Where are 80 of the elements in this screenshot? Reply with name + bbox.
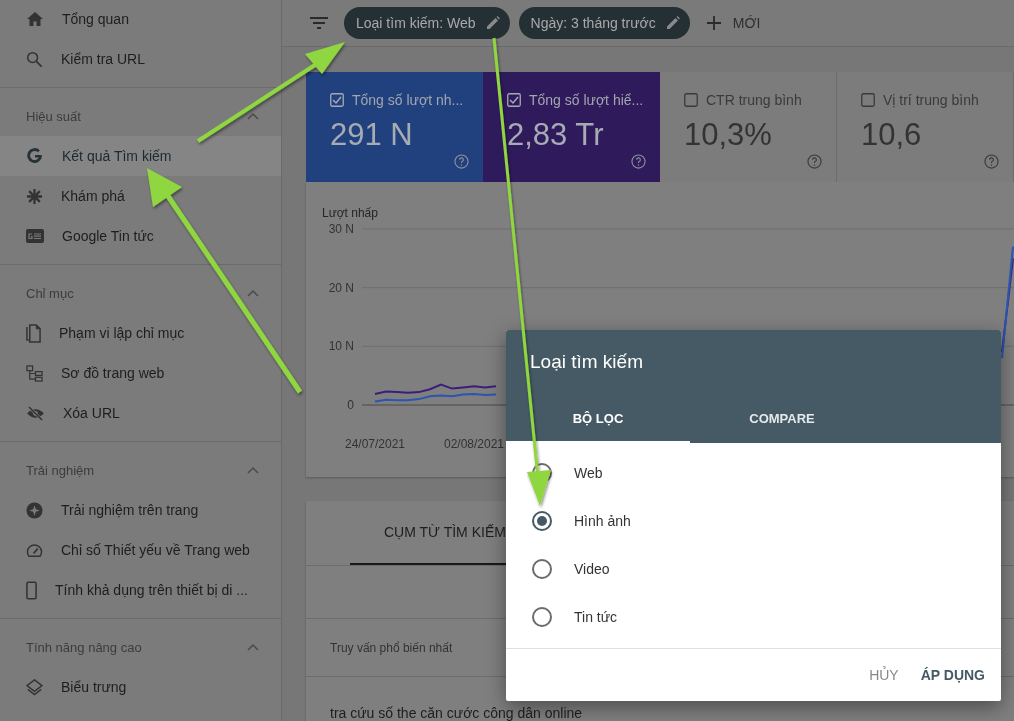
gauge-icon xyxy=(26,542,43,558)
nav-item[interactable]: Xóa URL xyxy=(0,393,281,433)
metric-label: CTR trung bình xyxy=(705,92,802,108)
y-tick-label: 20 N xyxy=(328,280,354,295)
nav-item[interactable]: Sơ đồ trang web xyxy=(0,353,281,393)
metric-value: 10,6 xyxy=(861,117,923,153)
help-icon[interactable] xyxy=(454,154,469,169)
dialog-tab[interactable]: COMPARE xyxy=(690,395,874,443)
table-cell: tra cứu số the căn cước công dân online xyxy=(330,705,583,721)
copy-pages-icon xyxy=(26,323,41,343)
radio-button[interactable] xyxy=(532,559,552,579)
selected-radio-button[interactable] xyxy=(532,511,552,531)
section-title: Tính năng nâng cao xyxy=(26,639,142,655)
apply-button[interactable]: ÁP DỤNG xyxy=(912,657,993,693)
axis-title: Lượt nhấp xyxy=(322,206,378,220)
filter-chip[interactable]: Ngày: 3 tháng trước xyxy=(518,7,690,39)
home-icon xyxy=(26,11,44,27)
option-label: Hình ảnh xyxy=(574,513,631,529)
filter-chip[interactable]: Loại tìm kiếm: Web xyxy=(344,7,510,39)
pencil-icon xyxy=(485,16,500,30)
dialog-title: Loại tìm kiếm xyxy=(529,350,644,373)
eye-off-icon xyxy=(26,405,45,421)
section-title: Trải nghiệm xyxy=(26,462,95,478)
checkbox[interactable] xyxy=(683,93,698,107)
nav-item[interactable]: Kiểm tra URL xyxy=(0,39,281,79)
dialog-tab[interactable]: BỘ LỌC xyxy=(506,395,690,443)
nav-item[interactable]: Phạm vi lập chỉ mục xyxy=(0,313,281,353)
x-tick-label: 02/08/2021 xyxy=(443,437,505,451)
phone-icon xyxy=(26,580,37,600)
chevron-up-icon[interactable] xyxy=(247,112,259,120)
checked-checkbox[interactable] xyxy=(507,93,521,107)
option-label: Tin tức xyxy=(574,609,618,625)
column-heading: Truy vấn phổ biến nhất xyxy=(330,640,453,655)
metric-card[interactable]: Tổng số lượt hiể... 2,83 Tr xyxy=(483,72,660,182)
radio-button[interactable] xyxy=(532,607,552,627)
help-icon[interactable] xyxy=(630,154,646,169)
option-label: Video xyxy=(574,561,610,577)
g-logo-icon xyxy=(26,147,44,165)
cancel-button[interactable]: HỦY xyxy=(861,657,907,693)
star-badge-icon xyxy=(26,501,43,519)
checkbox[interactable] xyxy=(861,93,875,107)
metric-card[interactable]: Vị trí trung bình 10,6 xyxy=(837,72,1014,182)
metric-card[interactable]: CTR trung bình 10,3% xyxy=(659,72,837,182)
metric-card[interactable]: Tổng số lượt nh... 291 N xyxy=(306,72,483,182)
sitemap-icon xyxy=(26,364,43,382)
asterisk-icon xyxy=(26,187,43,205)
y-tick-label: 10 N xyxy=(328,339,354,354)
x-tick-label: 24/07/2021 xyxy=(344,437,406,451)
section-title: Chỉ mục xyxy=(26,285,74,301)
search-icon xyxy=(26,50,43,68)
metric-label: Tổng số lượt nh... xyxy=(352,92,464,108)
nav-item[interactable]: Google Tin tức xyxy=(0,216,281,256)
help-icon[interactable] xyxy=(984,154,999,169)
plus-icon xyxy=(706,16,721,30)
option-label: Web xyxy=(574,465,603,481)
chevron-up-icon[interactable] xyxy=(247,289,259,297)
metric-value: 2,83 Tr xyxy=(507,117,605,153)
layers-icon xyxy=(26,678,43,696)
nav-item[interactable]: Biểu trưng xyxy=(0,667,281,707)
checked-checkbox[interactable] xyxy=(330,93,344,107)
help-icon[interactable] xyxy=(807,154,822,169)
new-filter-button[interactable]: MỚI xyxy=(706,15,761,31)
nav-item[interactable]: Kết quả Tìm kiếm xyxy=(0,136,281,176)
filter-icon[interactable] xyxy=(310,17,328,29)
chevron-up-icon[interactable] xyxy=(247,466,259,474)
nav-item[interactable]: Khám phá xyxy=(0,176,281,216)
metric-value: 291 N xyxy=(330,117,414,153)
metric-value: 10,3% xyxy=(683,117,773,153)
pencil-icon xyxy=(665,16,680,30)
y-tick-label: 30 N xyxy=(328,222,354,236)
news-icon xyxy=(26,229,44,243)
section-title: Hiệu suất xyxy=(26,108,81,124)
nav-item[interactable]: Tổng quan xyxy=(0,0,281,39)
nav-item[interactable]: Chỉ số Thiết yếu về Trang web xyxy=(0,530,281,570)
chevron-up-icon[interactable] xyxy=(247,643,259,651)
metric-label: Vị trí trung bình xyxy=(883,92,979,108)
y-tick-label: 0 xyxy=(347,398,354,412)
metric-label: Tổng số lượt hiể... xyxy=(529,92,644,108)
nav-item[interactable]: Trải nghiệm trên trang xyxy=(0,490,281,530)
nav-item[interactable]: Tính khả dụng trên thiết bị di ... xyxy=(0,570,281,610)
